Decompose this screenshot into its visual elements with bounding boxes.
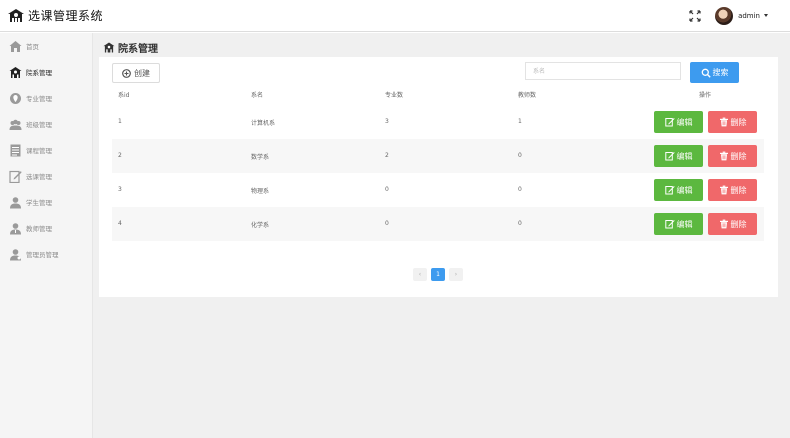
table-row: 1 计算机系 3 1 编辑 删除 xyxy=(112,105,764,139)
create-button[interactable]: 创建 xyxy=(112,63,160,83)
fullscreen-icon[interactable] xyxy=(689,9,701,22)
page-header: 院系管理 xyxy=(103,40,158,55)
delete-button[interactable]: 删除 xyxy=(708,179,757,201)
username[interactable]: admin xyxy=(738,12,760,20)
column-header-name: 系名 xyxy=(251,92,264,99)
prev-page-button[interactable]: ‹ xyxy=(413,268,427,281)
sidebar-item-course-selection[interactable]: 选课管理 xyxy=(0,163,92,189)
edit-icon xyxy=(664,152,675,161)
search-button[interactable]: 搜索 xyxy=(690,62,739,83)
sidebar-item-majors[interactable]: 专业管理 xyxy=(0,85,92,111)
main-content: 院系管理 创建 搜索 系id 系名 专业数 教师数 操作 1 计算机系 3 1 … xyxy=(93,33,790,438)
avatar[interactable] xyxy=(715,6,734,25)
sidebar-item-admins[interactable]: 管理员管理 xyxy=(0,241,92,267)
delete-button[interactable]: 删除 xyxy=(708,111,757,133)
search-input[interactable] xyxy=(525,62,681,80)
department-card: 创建 搜索 系id 系名 专业数 教师数 操作 1 计算机系 3 1 编辑 xyxy=(99,57,778,297)
column-header-id: 系id xyxy=(118,92,130,99)
delete-button[interactable]: 删除 xyxy=(708,213,757,235)
trash-icon xyxy=(719,117,728,127)
sidebar-item-teachers[interactable]: 教师管理 xyxy=(0,215,92,241)
sidebar-item-home[interactable]: 首页 xyxy=(0,33,92,59)
table-row: 4 化学系 0 0 编辑 删除 xyxy=(112,207,764,241)
trash-icon xyxy=(719,219,728,229)
admin-icon xyxy=(10,248,21,260)
trash-icon xyxy=(719,151,728,161)
home-icon xyxy=(9,40,22,52)
edit-icon xyxy=(664,220,675,229)
search-icon xyxy=(701,68,711,78)
edit-button[interactable]: 编辑 xyxy=(654,111,703,133)
column-header-actions: 操作 xyxy=(699,92,712,99)
add-circle-icon xyxy=(122,68,131,78)
pagination: ‹ 1 › xyxy=(413,268,467,281)
next-page-button[interactable]: › xyxy=(449,268,463,281)
edit-button[interactable]: 编辑 xyxy=(654,145,703,167)
brand: 选课管理系统 xyxy=(8,7,103,24)
table-header: 系id 系名 专业数 教师数 操作 xyxy=(99,85,778,103)
student-icon xyxy=(10,196,21,208)
class-group-icon xyxy=(9,119,22,130)
course-list-icon xyxy=(10,144,21,156)
course-select-icon xyxy=(9,170,22,183)
trash-icon xyxy=(719,185,728,195)
page-title: 院系管理 xyxy=(118,44,158,55)
table-row: 2 数学系 2 0 编辑 删除 xyxy=(112,139,764,173)
sidebar-item-classes[interactable]: 班级管理 xyxy=(0,111,92,137)
top-bar: 选课管理系统 admin xyxy=(0,0,790,32)
school-building-icon xyxy=(8,8,24,22)
delete-button[interactable]: 删除 xyxy=(708,145,757,167)
app-title: 选课管理系统 xyxy=(28,9,104,23)
page-button-current[interactable]: 1 xyxy=(431,268,445,281)
sidebar: 首页 院系管理 专业管理 班级管理 课程管理 选课管理 学生管理 教师管理 管理… xyxy=(0,33,93,438)
major-icon xyxy=(10,92,21,104)
building-icon xyxy=(103,42,115,53)
table-row: 3 物理系 0 0 编辑 删除 xyxy=(112,173,764,207)
edit-icon xyxy=(664,186,675,195)
building-icon xyxy=(9,66,22,78)
edit-button[interactable]: 编辑 xyxy=(654,213,703,235)
sidebar-item-departments[interactable]: 院系管理 xyxy=(0,59,92,85)
edit-icon xyxy=(664,118,675,127)
sidebar-item-students[interactable]: 学生管理 xyxy=(0,189,92,215)
column-header-majors: 专业数 xyxy=(385,92,404,99)
edit-button[interactable]: 编辑 xyxy=(654,179,703,201)
chevron-down-icon[interactable] xyxy=(764,14,768,17)
column-header-teachers: 教师数 xyxy=(518,92,537,99)
sidebar-item-courses[interactable]: 课程管理 xyxy=(0,137,92,163)
teacher-icon xyxy=(10,222,21,234)
